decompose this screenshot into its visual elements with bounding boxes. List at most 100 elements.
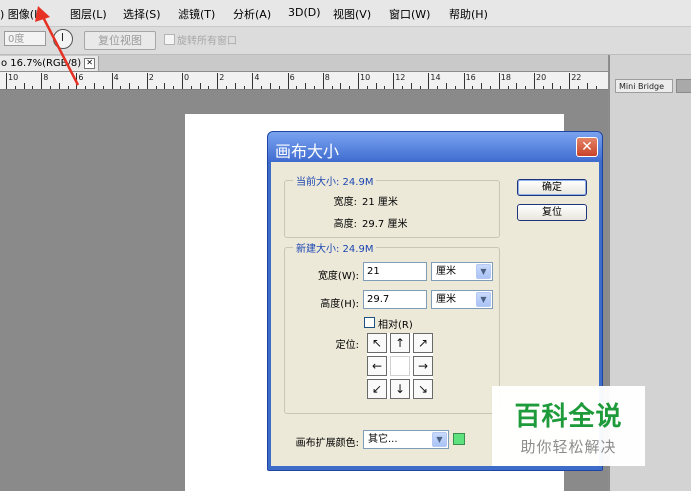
anchor-arrow-sw-icon[interactable]: ↙ bbox=[367, 379, 387, 399]
rotation-dial-icon[interactable] bbox=[53, 29, 73, 49]
height-input[interactable]: 29.7 bbox=[363, 290, 427, 309]
rotate-all-windows-checkbox[interactable] bbox=[164, 34, 175, 45]
ruler-tick bbox=[41, 73, 43, 89]
ruler-tick bbox=[490, 86, 491, 89]
anchor-arrow-n-icon[interactable]: ↑ bbox=[390, 333, 410, 353]
relative-checkbox[interactable] bbox=[364, 317, 375, 328]
menu-filter[interactable]: 滤镜(T) bbox=[178, 6, 215, 22]
menu-view[interactable]: 视图(V) bbox=[333, 6, 371, 22]
ruler-tick bbox=[454, 86, 456, 89]
ruler-tick bbox=[481, 83, 483, 89]
menu-layer[interactable]: 图层(L) bbox=[70, 6, 107, 22]
ruler-tick bbox=[182, 73, 183, 89]
chevron-down-icon[interactable]: ▼ bbox=[432, 432, 447, 447]
ruler-tick bbox=[472, 86, 474, 89]
anchor-label: 定位: bbox=[335, 340, 359, 351]
anchor-arrow-se-icon[interactable]: ↘ bbox=[413, 379, 433, 399]
anchor-center-cell[interactable] bbox=[390, 356, 410, 376]
ruler-tick bbox=[173, 86, 175, 89]
ruler-tick bbox=[322, 73, 324, 89]
ruler-number: 6 bbox=[289, 73, 295, 82]
ruler-tick bbox=[32, 86, 34, 89]
height-unit-select[interactable]: 厘米 ▼ bbox=[431, 290, 493, 309]
menu-analysis[interactable]: 分析(A) bbox=[233, 6, 271, 22]
current-height-value: 29.7 厘米 bbox=[362, 219, 408, 230]
ruler-tick bbox=[507, 86, 509, 89]
ruler-tick bbox=[129, 83, 131, 89]
current-height-label: 高度: bbox=[333, 219, 357, 230]
ruler-number: 4 bbox=[113, 73, 119, 82]
anchor-arrow-w-icon[interactable]: ← bbox=[367, 356, 387, 376]
ruler-number: 0 bbox=[184, 73, 190, 82]
panel-grip[interactable] bbox=[676, 79, 691, 93]
anchor-arrow-nw-icon[interactable]: ↖ bbox=[367, 333, 387, 353]
menu-window[interactable]: 窗口(W) bbox=[389, 6, 430, 22]
ruler-tick bbox=[551, 83, 553, 89]
ruler-tick bbox=[270, 83, 271, 89]
options-bar: 0度 复位视图 旋转所有窗口 bbox=[0, 27, 691, 55]
ruler-tick bbox=[23, 83, 25, 89]
anchor-arrow-s-icon[interactable]: ↓ bbox=[390, 379, 410, 399]
ruler-tick bbox=[85, 86, 87, 89]
document-tab-bar: o 16.7%(RGB/8) ✕ bbox=[0, 55, 608, 71]
ruler-tick bbox=[50, 86, 51, 89]
reset-button[interactable]: 复位 bbox=[517, 204, 587, 221]
width-input[interactable]: 21 bbox=[363, 262, 427, 281]
ruler-tick bbox=[419, 86, 421, 89]
chevron-down-icon[interactable]: ▼ bbox=[476, 292, 491, 307]
menu-image[interactable]: ) 图像(I) bbox=[0, 6, 42, 22]
document-tab[interactable]: o 16.7%(RGB/8) ✕ bbox=[0, 56, 100, 71]
ruler-tick bbox=[199, 83, 201, 89]
ruler-tick bbox=[234, 83, 236, 89]
rotation-angle-field[interactable]: 0度 bbox=[4, 31, 46, 46]
ruler-tick bbox=[58, 83, 60, 89]
ruler-tick bbox=[428, 73, 430, 89]
ruler-number: 8 bbox=[43, 73, 49, 82]
ruler-tick bbox=[366, 86, 368, 89]
dialog-title: 画布大小 bbox=[275, 142, 340, 161]
current-size-title: 当前大小: 24.9M bbox=[293, 173, 377, 188]
rotate-all-windows-label: 旋转所有窗口 bbox=[177, 36, 237, 47]
width-unit-select[interactable]: 厘米 ▼ bbox=[431, 262, 493, 281]
ok-button[interactable]: 确定 bbox=[517, 179, 587, 196]
extension-color-swatch[interactable] bbox=[453, 433, 465, 445]
ruler-tick bbox=[243, 86, 245, 89]
ruler-tick bbox=[226, 86, 227, 89]
new-width-label: 宽度(W): bbox=[317, 271, 359, 282]
ruler-number: 6 bbox=[78, 73, 84, 82]
close-icon[interactable]: ✕ bbox=[84, 57, 96, 69]
extension-color-label: 画布扩展颜色: bbox=[295, 438, 359, 449]
ruler-tick bbox=[375, 83, 377, 89]
ruler-tick bbox=[437, 86, 439, 89]
ruler-tick bbox=[498, 73, 500, 89]
menu-help[interactable]: 帮助(H) bbox=[449, 6, 488, 22]
ruler-tick bbox=[252, 73, 254, 89]
reset-view-button[interactable]: 复位视图 bbox=[84, 31, 156, 50]
ruler-tick bbox=[76, 73, 78, 89]
ruler-number: 10 bbox=[360, 73, 371, 82]
anchor-arrow-ne-icon[interactable]: ↗ bbox=[413, 333, 433, 353]
menu-3d[interactable]: 3D(D) bbox=[288, 6, 321, 19]
extension-color-select[interactable]: 其它... ▼ bbox=[363, 430, 449, 449]
ruler-number: 8 bbox=[324, 73, 330, 82]
ruler-number: 20 bbox=[536, 73, 547, 82]
watermark-title: 百科全说 bbox=[514, 402, 623, 432]
ruler-number: 16 bbox=[465, 73, 476, 82]
ruler-tick bbox=[102, 86, 104, 89]
ruler-tick bbox=[349, 86, 351, 89]
current-width-value: 21 厘米 bbox=[362, 197, 398, 208]
menu-select[interactable]: 选择(S) bbox=[123, 6, 161, 22]
ruler-tick bbox=[287, 73, 289, 89]
close-icon[interactable]: ✕ bbox=[576, 137, 598, 157]
mini-bridge-tab[interactable]: Mini Bridge bbox=[615, 79, 673, 93]
ruler-number: 2 bbox=[148, 73, 154, 82]
dialog-titlebar[interactable]: 画布大小 ✕ bbox=[268, 132, 602, 162]
ruler-tick bbox=[516, 83, 518, 89]
current-size-group: 当前大小: 24.9M 宽度: 21 厘米 高度: 29.7 厘米 bbox=[284, 173, 500, 238]
anchor-arrow-e-icon[interactable]: → bbox=[413, 356, 433, 376]
chevron-down-icon[interactable]: ▼ bbox=[476, 264, 491, 279]
ruler-tick bbox=[402, 86, 403, 89]
ruler-number: 12 bbox=[395, 73, 406, 82]
extension-color-value: 其它... bbox=[368, 434, 398, 445]
ruler-tick bbox=[94, 83, 95, 89]
